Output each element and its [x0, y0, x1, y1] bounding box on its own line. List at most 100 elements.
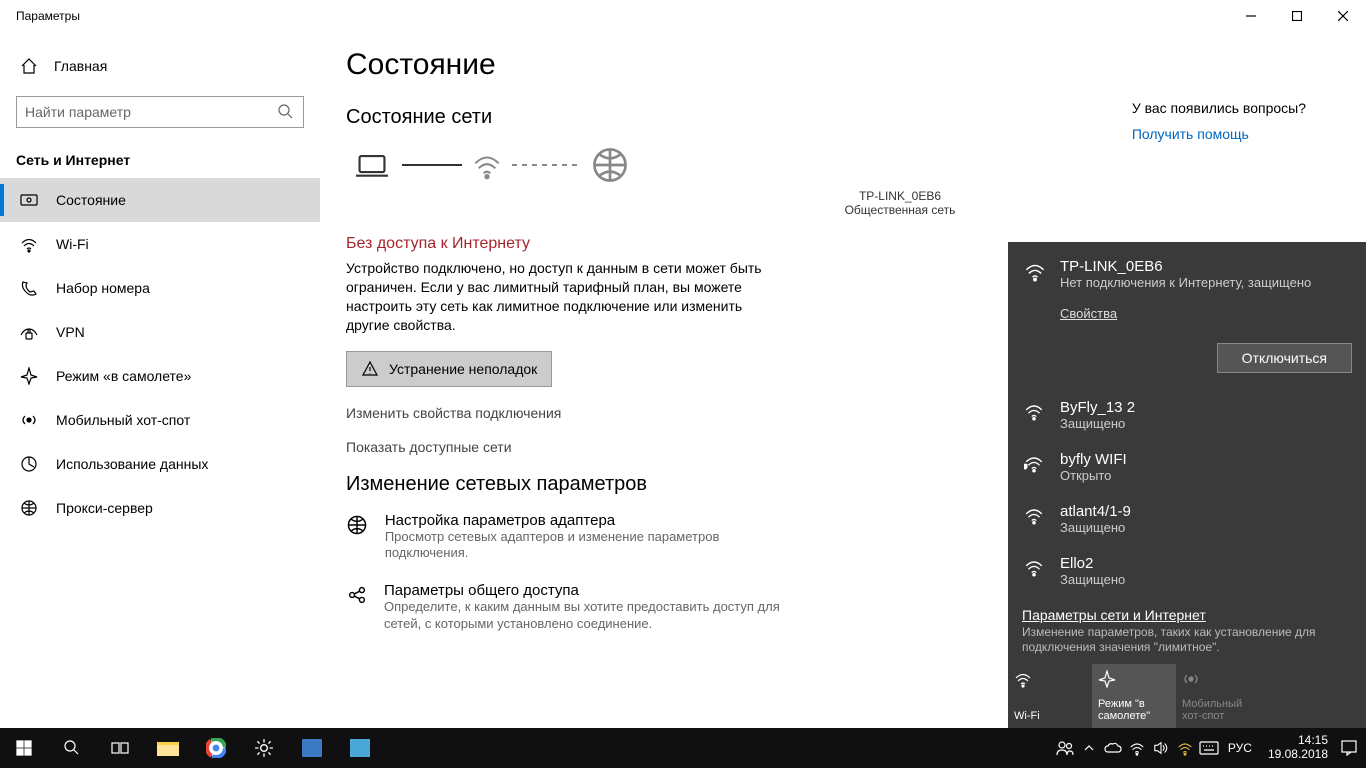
tray-chevron[interactable]	[1078, 728, 1100, 768]
clock-date: 19.08.2018	[1268, 748, 1328, 762]
tile-label: Мобильный хот-спот	[1182, 698, 1254, 722]
adapter-option-0[interactable]: Настройка параметров адаптераПросмотр се…	[346, 512, 786, 563]
page-title: Состояние	[346, 48, 1366, 82]
proxy-icon	[20, 499, 38, 517]
tray-volume-icon[interactable]	[1150, 728, 1172, 768]
flyout-tile-2: Мобильный хот-спот	[1176, 664, 1260, 728]
nav-item-6[interactable]: Использование данных	[0, 442, 320, 486]
network-settings-desc: Изменение параметров, таких как установл…	[1022, 625, 1352, 656]
diagram-net-type: Общественная сеть	[434, 203, 1366, 217]
action-center-button[interactable]	[1338, 728, 1360, 768]
network-name: TP-LINK_0EB6	[1060, 258, 1352, 275]
clock-time: 14:15	[1268, 734, 1328, 748]
search-icon	[277, 103, 295, 121]
hotspot-icon	[20, 411, 38, 429]
network-item-0[interactable]: ByFly_13 2Защищено	[1008, 389, 1366, 441]
tray-wifi-alert-icon[interactable]	[1174, 728, 1196, 768]
taskbar-app-settings[interactable]	[240, 728, 288, 768]
nav-item-4[interactable]: Режим «в самолете»	[0, 354, 320, 398]
network-flyout: TP-LINK_0EB6 Нет подключения к Интернету…	[1008, 242, 1366, 728]
data-usage-icon	[20, 455, 38, 473]
wifi-icon	[20, 235, 38, 253]
questions-label: У вас появились вопросы?	[1132, 100, 1306, 116]
network-status: Защищено	[1060, 416, 1352, 431]
wifi-icon	[1024, 451, 1046, 483]
network-item-2[interactable]: atlant4/1-9Защищено	[1008, 493, 1366, 545]
network-diagram	[350, 145, 1366, 185]
vpn-icon	[20, 323, 38, 341]
window-title: Параметры	[16, 9, 80, 23]
tray-onedrive-icon[interactable]	[1102, 728, 1124, 768]
tile-icon	[1098, 670, 1170, 691]
tray-keyboard-icon[interactable]	[1198, 728, 1220, 768]
search-placeholder: Найти параметр	[25, 104, 131, 120]
airplane-icon	[20, 367, 38, 385]
network-status: Открыто	[1060, 468, 1352, 483]
adapter-icon	[346, 512, 369, 563]
taskbar-search[interactable]	[48, 728, 96, 768]
tray-language[interactable]: РУС	[1222, 741, 1258, 755]
wifi-icon	[1024, 258, 1046, 321]
category-label: Сеть и Интернет	[0, 144, 320, 178]
nav-item-7[interactable]: Прокси-сервер	[0, 486, 320, 530]
nav-item-label: Набор номера	[56, 280, 150, 296]
search-input[interactable]: Найти параметр	[16, 96, 304, 128]
adapter-option-1[interactable]: Параметры общего доступаОпределите, к ка…	[346, 582, 786, 633]
network-properties-link[interactable]: Свойства	[1060, 306, 1117, 321]
tile-icon	[1014, 670, 1086, 691]
network-name: byfly WIFI	[1060, 451, 1352, 468]
nav-item-5[interactable]: Мобильный хот-спот	[0, 398, 320, 442]
network-item-connected[interactable]: TP-LINK_0EB6 Нет подключения к Интернету…	[1008, 242, 1366, 331]
nav-item-label: Wi-Fi	[56, 236, 89, 252]
start-button[interactable]	[0, 728, 48, 768]
minimize-button[interactable]	[1228, 0, 1274, 32]
adapter-desc: Просмотр сетевых адаптеров и изменение п…	[385, 529, 786, 563]
flyout-tile-0[interactable]: Wi-Fi	[1008, 664, 1092, 728]
tile-label: Режим "в самолете"	[1098, 698, 1170, 722]
tray-people[interactable]	[1054, 728, 1076, 768]
taskbar: РУС 14:15 19.08.2018	[0, 728, 1366, 768]
nav-item-label: VPN	[56, 324, 85, 340]
wifi-icon	[1024, 555, 1046, 587]
nav-item-label: Мобильный хот-спот	[56, 412, 190, 428]
troubleshoot-button[interactable]: Устранение неполадок	[346, 351, 552, 387]
nav-item-3[interactable]: VPN	[0, 310, 320, 354]
nav-item-label: Прокси-сервер	[56, 500, 153, 516]
nav-home[interactable]: Главная	[0, 44, 320, 88]
taskbar-app-generic2[interactable]	[336, 728, 384, 768]
nav-item-label: Использование данных	[56, 456, 208, 472]
network-status: Защищено	[1060, 520, 1352, 535]
tile-label: Wi-Fi	[1014, 710, 1086, 722]
flyout-tile-1[interactable]: Режим "в самолете"	[1092, 664, 1176, 728]
network-item-3[interactable]: Ello2Защищено	[1008, 545, 1366, 597]
network-name: atlant4/1-9	[1060, 503, 1352, 520]
nav-item-0[interactable]: Состояние	[0, 178, 320, 222]
network-settings-link[interactable]: Параметры сети и Интернет	[1022, 607, 1352, 623]
taskbar-app-chrome[interactable]	[192, 728, 240, 768]
network-item-1[interactable]: byfly WIFIОткрыто	[1008, 441, 1366, 493]
get-help-link[interactable]: Получить помощь	[1132, 126, 1306, 142]
warning-icon	[361, 360, 379, 378]
nav-item-1[interactable]: Wi-Fi	[0, 222, 320, 266]
taskbar-app-generic1[interactable]	[288, 728, 336, 768]
tray-network-icon[interactable]	[1126, 728, 1148, 768]
tile-icon	[1182, 670, 1254, 691]
task-view-button[interactable]	[96, 728, 144, 768]
maximize-button[interactable]	[1274, 0, 1320, 32]
troubleshoot-label: Устранение неполадок	[389, 361, 537, 377]
wifi-icon	[1024, 399, 1046, 431]
disconnect-button[interactable]: Отключиться	[1217, 343, 1352, 373]
network-status: Защищено	[1060, 572, 1352, 587]
taskbar-app-explorer[interactable]	[144, 728, 192, 768]
nav-item-2[interactable]: Набор номера	[0, 266, 320, 310]
close-button[interactable]	[1320, 0, 1366, 32]
adapter-desc: Определите, к каким данным вы хотите пре…	[384, 599, 786, 633]
nav-item-label: Режим «в самолете»	[56, 368, 191, 384]
nav-home-label: Главная	[54, 58, 107, 74]
adapter-title: Параметры общего доступа	[384, 582, 786, 599]
wifi-icon	[1024, 503, 1046, 535]
dialup-icon	[20, 279, 38, 297]
tray-clock[interactable]: 14:15 19.08.2018	[1260, 734, 1336, 762]
network-status: Нет подключения к Интернету, защищено	[1060, 275, 1352, 290]
status-icon	[20, 191, 38, 209]
